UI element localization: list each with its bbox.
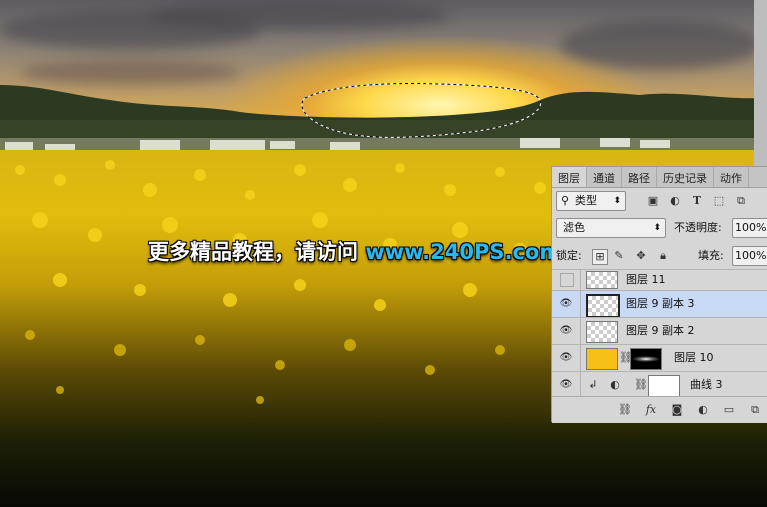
layer-row-9-copy-3[interactable]: 👁︎ 图层 9 副本 3 (552, 290, 767, 318)
tab-actions[interactable]: 动作 (714, 167, 749, 187)
layer-name: 图层 10 (674, 351, 714, 364)
lock-transparent-icon[interactable]: ⊞ (592, 249, 608, 265)
panel-footer: ⛓︎ fx ◙ ◐ ▭ ⧉ (552, 396, 767, 423)
shape-filter-icon[interactable]: ⬚ (712, 194, 726, 208)
layer-mask-thumbnail[interactable] (648, 375, 680, 397)
layer-row-11[interactable]: 图层 11 (552, 269, 767, 290)
fx-icon[interactable]: fx (644, 403, 658, 417)
panel-tabs: 图层 通道 路径 历史记录 动作 (552, 167, 767, 188)
opacity-input[interactable]: 100% (732, 218, 767, 238)
link-icon[interactable]: ⛓︎ (618, 403, 632, 417)
layer-name: 图层 9 副本 2 (626, 324, 695, 337)
divider (580, 291, 581, 317)
watermark-url: www.240PS.com (365, 240, 562, 264)
layers-panel: 图层 通道 路径 历史记录 动作 ⚲ 类型 ⬍ ▣ ◐ T ⬚ ⧉ 滤色 ⬍ 不… (551, 166, 767, 423)
image-filter-icon[interactable]: ▣ (646, 194, 660, 208)
layer-row-10[interactable]: 👁︎ ⛓︎ 图层 10 (552, 344, 767, 371)
tab-channels[interactable]: 通道 (587, 167, 622, 187)
divider (580, 372, 581, 397)
layer-row-9-copy-2[interactable]: 👁︎ 图层 9 副本 2 (552, 317, 767, 344)
layer-thumbnail (586, 294, 620, 318)
layer-name: 图层 11 (626, 273, 666, 286)
layer-mask-thumbnail[interactable] (630, 348, 662, 370)
watermark: 更多精品教程，请访问 www.240PS.com (148, 236, 561, 266)
mask-icon[interactable]: ◙ (670, 403, 684, 417)
fill-label: 填充: (698, 249, 724, 262)
stepper-icon: ⬍ (653, 223, 661, 233)
blend-mode-value: 滤色 (563, 221, 585, 234)
lock-all-icon[interactable]: 🔒︎ (656, 249, 670, 263)
layer-thumbnail (586, 271, 618, 289)
layer-thumbnail (586, 321, 618, 343)
fill-input[interactable]: 100% (732, 246, 767, 266)
opacity-label: 不透明度: (674, 221, 722, 234)
lock-position-icon[interactable]: ✥ (634, 249, 648, 263)
tab-history[interactable]: 历史记录 (657, 167, 714, 187)
adjustment-layer-icon: ◐ (610, 378, 620, 391)
layer-row-curves-3[interactable]: 👁︎ ↲ ◐ ⛓︎ 曲线 3 (552, 371, 767, 397)
tab-layers[interactable]: 图层 (552, 167, 587, 187)
lock-label: 锁定: (556, 249, 582, 262)
divider (580, 318, 581, 344)
eye-icon[interactable]: 👁︎ (558, 351, 574, 365)
filter-kind-label: 类型 (575, 194, 597, 207)
layer-name: 图层 9 副本 3 (626, 297, 695, 310)
type-filter-icon[interactable]: T (690, 194, 704, 208)
watermark-text: 更多精品教程，请访问 (148, 240, 358, 264)
divider (580, 345, 581, 371)
layer-name: 曲线 3 (690, 378, 723, 391)
folder-icon[interactable]: ▭ (722, 403, 736, 417)
new-layer-icon[interactable]: ⧉ (748, 403, 762, 417)
layer-thumbnail (586, 348, 618, 370)
visibility-toggle-off[interactable] (560, 273, 574, 287)
eye-icon[interactable]: 👁︎ (558, 324, 574, 338)
adjustment-icon[interactable]: ◐ (696, 403, 710, 417)
eye-icon[interactable]: 👁︎ (558, 378, 574, 392)
stepper-icon: ⬍ (613, 196, 621, 206)
filter-kind-select[interactable]: ⚲ 类型 ⬍ (556, 191, 626, 211)
lock-paint-icon[interactable]: ✎ (612, 249, 626, 263)
search-icon: ⚲ (561, 194, 570, 207)
link-icon[interactable]: ⛓︎ (634, 378, 648, 392)
tab-paths[interactable]: 路径 (622, 167, 657, 187)
clip-arrow-icon: ↲ (588, 378, 598, 391)
divider (580, 270, 581, 290)
link-icon[interactable]: ⛓︎ (619, 351, 633, 365)
eye-icon[interactable]: 👁︎ (558, 297, 574, 311)
smart-object-filter-icon[interactable]: ⧉ (734, 194, 748, 208)
blend-mode-select[interactable]: 滤色 ⬍ (556, 218, 666, 238)
canvas-scrollbar[interactable] (754, 0, 767, 166)
adjustment-filter-icon[interactable]: ◐ (668, 194, 682, 208)
